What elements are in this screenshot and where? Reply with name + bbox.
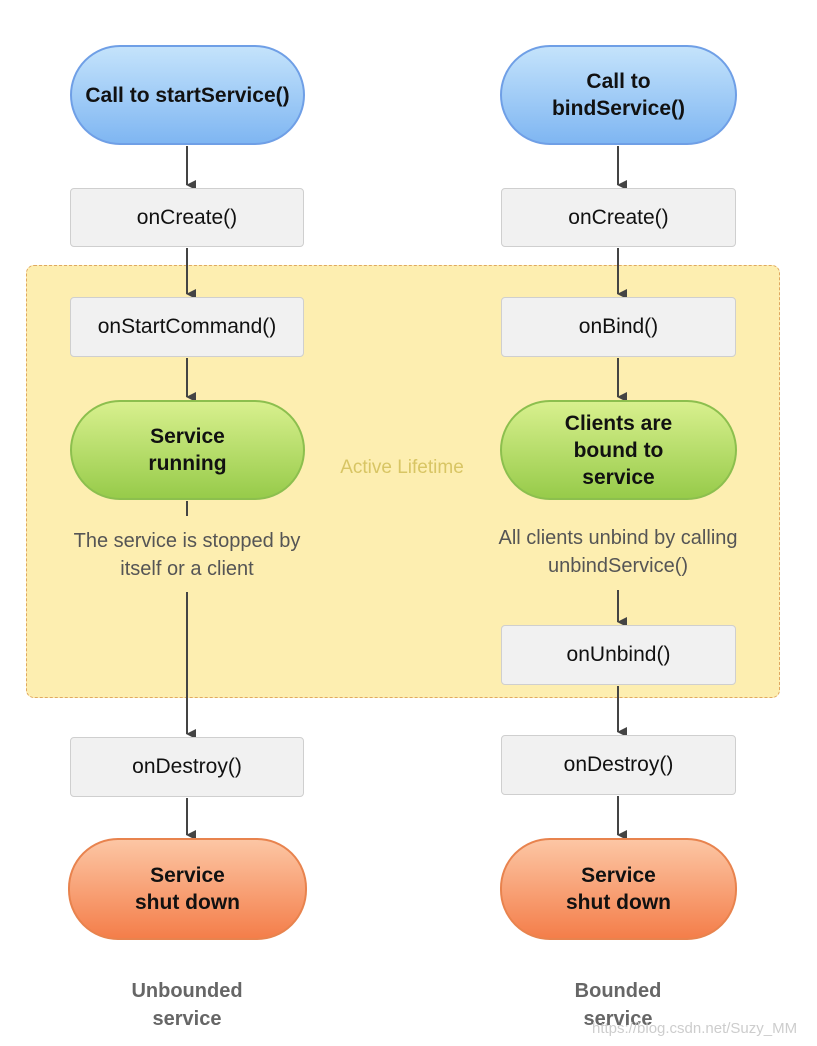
on-destroy-node: onDestroy(): [501, 735, 736, 795]
bind-service-node: Call to bindService(): [500, 45, 737, 145]
start-service-node: Call to startService(): [70, 45, 305, 145]
on-bind-node: onBind(): [501, 297, 736, 357]
service-shut-down-node: Service shut down: [68, 838, 307, 940]
watermark: https://blog.csdn.net/Suzy_MM: [592, 1020, 798, 1037]
service-running-node: Service running: [70, 400, 305, 500]
on-unbind-node: onUnbind(): [501, 625, 736, 685]
clients-bound-node: Clients are bound to service: [500, 400, 737, 500]
on-create-node: onCreate(): [70, 188, 304, 247]
on-create-node: onCreate(): [501, 188, 736, 247]
bounded-unbind-note: All clients unbind by calling unbindServ…: [498, 527, 738, 577]
on-start-command-node: onStartCommand(): [70, 297, 304, 357]
service-shut-down-node: Service shut down: [500, 838, 737, 940]
on-destroy-node: onDestroy(): [70, 737, 304, 797]
unbounded-caption: Unbounded service: [131, 980, 243, 1030]
unbounded-stop-note: The service is stopped by itself or a cl…: [73, 530, 301, 580]
